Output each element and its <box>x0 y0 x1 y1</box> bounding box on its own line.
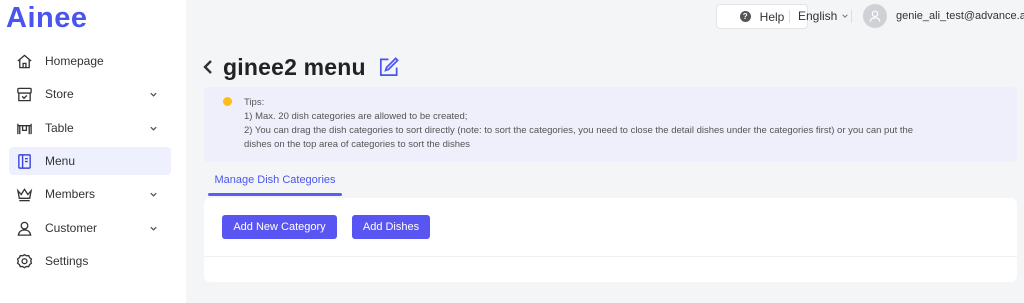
header-divider <box>851 10 852 23</box>
language-label: English <box>798 9 838 23</box>
chevron-down-icon <box>149 89 159 99</box>
user-icon <box>869 10 881 22</box>
sidebar-item-settings[interactable]: Settings <box>9 247 171 275</box>
chevron-down-icon <box>149 189 159 199</box>
avatar[interactable] <box>863 4 887 28</box>
divider <box>204 256 1017 257</box>
sidebar-item-label: Menu <box>45 154 76 168</box>
tips-line: dishes on the top area of categories to … <box>244 139 471 150</box>
tips-line: 1) Max. 20 dish categories are allowed t… <box>244 111 468 122</box>
sidebar-item-members[interactable]: Members <box>9 180 171 208</box>
header-divider <box>789 10 790 23</box>
sidebar-item-homepage[interactable]: Homepage <box>9 47 171 75</box>
sidebar-item-customer[interactable]: Customer <box>9 214 171 242</box>
help-label: Help <box>759 9 785 24</box>
sidebar-item-label: Customer <box>45 221 98 235</box>
chevron-down-icon <box>149 223 159 233</box>
add-dishes-button[interactable]: Add Dishes <box>352 215 430 239</box>
sidebar: Ainee Homepage Store Table Menu Members … <box>0 0 186 303</box>
tips-line: 2) You can drag the dish categories to s… <box>244 125 914 136</box>
sidebar-item-label: Members <box>45 187 96 201</box>
tips-text: Tips: 1) Max. 20 dish categories are all… <box>244 96 1001 152</box>
edit-icon[interactable] <box>377 56 400 79</box>
tips-panel: Tips: 1) Max. 20 dish categories are all… <box>204 87 1017 162</box>
tips-heading: Tips: <box>244 97 265 108</box>
add-new-category-button[interactable]: Add New Category <box>222 215 337 239</box>
user-icon <box>15 219 33 237</box>
category-card: Add New Category Add Dishes <box>204 198 1017 282</box>
sidebar-item-table[interactable]: Table <box>9 114 171 142</box>
sidebar-item-label: Settings <box>45 254 89 268</box>
store-icon <box>15 85 33 103</box>
sidebar-item-label: Homepage <box>45 54 104 68</box>
sidebar-item-menu[interactable]: Menu <box>9 147 171 175</box>
question-icon: ? <box>739 11 751 22</box>
chevron-down-icon <box>149 123 159 133</box>
page-header: ginee2 menu <box>201 52 400 82</box>
gear-icon <box>15 252 33 270</box>
tab-active-indicator <box>208 193 342 196</box>
sidebar-item-label: Table <box>45 121 74 135</box>
help-button[interactable]: ? Help <box>716 4 808 29</box>
page-title: ginee2 menu <box>223 53 366 80</box>
back-arrow-icon[interactable] <box>201 57 215 77</box>
sidebar-item-label: Store <box>45 87 74 101</box>
brand-logo[interactable]: Ainee <box>6 2 87 35</box>
table-icon <box>15 119 33 137</box>
tips-indicator-icon <box>223 97 232 106</box>
sidebar-item-store[interactable]: Store <box>9 80 171 108</box>
crown-icon <box>15 185 33 203</box>
user-email[interactable]: genie_ali_test@advance.ai <box>896 10 1024 22</box>
language-selector[interactable]: English <box>798 9 849 23</box>
menu-book-icon <box>15 152 33 170</box>
home-icon <box>15 52 33 70</box>
chevron-down-icon <box>842 14 849 18</box>
